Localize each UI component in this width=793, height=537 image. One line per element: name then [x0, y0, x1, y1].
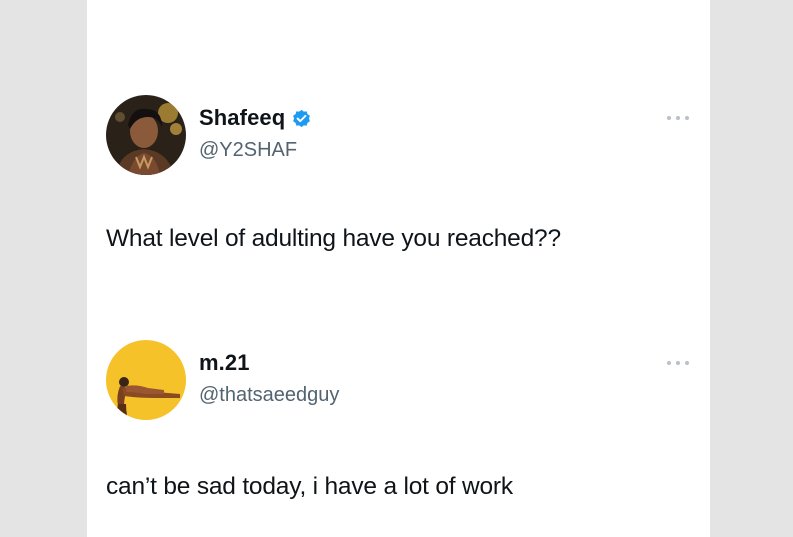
handle[interactable]: @thatsaeedguy	[199, 384, 339, 407]
verified-badge-icon	[291, 108, 312, 129]
handle[interactable]: @Y2SHAF	[199, 139, 297, 162]
name-row: Shafeeq	[199, 105, 312, 131]
reaching-figure-avatar-icon	[106, 340, 186, 420]
more-options-icon[interactable]	[667, 358, 689, 368]
more-options-icon[interactable]	[667, 113, 689, 123]
post-card: Shafeeq @Y2SHAF What level of adulting h…	[87, 0, 710, 537]
avatar[interactable]	[106, 340, 186, 420]
display-name[interactable]: Shafeeq	[199, 105, 285, 131]
user-photo-avatar-icon	[106, 95, 186, 175]
tweet-text: can’t be sad today, i have a lot of work	[106, 473, 513, 500]
name-row: m.21	[199, 350, 250, 376]
display-name[interactable]: m.21	[199, 350, 250, 376]
tweet-text: What level of adulting have you reached?…	[106, 225, 561, 252]
avatar[interactable]	[106, 95, 186, 175]
